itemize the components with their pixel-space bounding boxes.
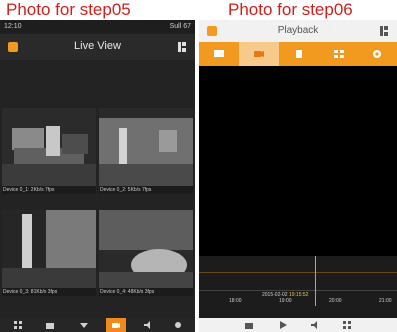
tab-files[interactable] [279,42,319,66]
playback-title: Playback [277,25,319,36]
more-icon[interactable] [168,318,188,332]
tab-video[interactable] [239,42,279,66]
playback-header: Playback [199,20,397,42]
live-view-title: Live View [74,40,121,52]
play-icon[interactable] [273,318,293,332]
camera-grid: Device 0_1: 2Kb/s 7fps Device 0_2: 5Kb/s… [2,108,193,308]
tab-settings[interactable] [357,42,397,66]
record-icon[interactable] [106,318,126,332]
camera-tile-1[interactable]: Device 0_1: 2Kb/s 7fps [2,108,96,194]
timeline-tick: 21:00 [379,298,392,304]
timeline-axis [199,290,397,291]
status-bar: 12:10 Sull 67 [0,20,195,34]
layout-icon[interactable] [337,318,357,332]
live-view-screen: 12:10 Sull 67 Live View Device 0_1: 2Kb/… [0,20,195,332]
camera-label-4: Device 0_4: 48Kb/s 3fps [99,288,193,296]
snapshot-icon[interactable] [239,318,259,332]
audio-icon[interactable] [305,318,325,332]
timeline-marker-line [199,272,397,273]
tab-local[interactable] [199,42,239,66]
timeline-tick: 19:00 [279,298,292,304]
status-right: Sull 67 [169,23,191,30]
camera-tile-2[interactable]: Device 0_2: 5Kb/s 7fps [99,108,193,194]
caption-step05: Photo for step05 [6,0,131,19]
live-view-header: Live View [0,34,195,60]
timeline-cursor[interactable] [315,256,316,306]
playback-toolbar [199,318,397,332]
caption-step06: Photo for step06 [228,0,353,19]
timeline-tick: 20:00 [329,298,342,304]
camera-tile-4[interactable]: Device 0_4: 48Kb/s 3fps [99,210,193,296]
audio-icon[interactable] [138,318,158,332]
device-list-icon[interactable] [375,22,393,40]
camera-tile-3[interactable]: Device 0_3: 81Kb/s 3fps [2,210,96,296]
live-view-toolbar [0,318,195,332]
device-list-icon[interactable] [173,38,191,56]
layout-icon[interactable] [8,318,28,332]
timeline-tick: 18:00 [229,298,242,304]
ptz-icon[interactable] [74,318,94,332]
playback-screen: Playback 2015-02-02 19:15:52 18:00 19:00… [199,20,397,332]
camera-label-1: Device 0_1: 2Kb/s 7fps [2,186,96,194]
tab-grid[interactable] [319,42,359,66]
camera-label-3: Device 0_3: 81Kb/s 3fps [2,288,96,296]
playback-video-area[interactable] [199,66,397,256]
snapshot-icon[interactable] [40,318,60,332]
timeline[interactable]: 2015-02-02 19:15:52 18:00 19:00 20:00 21… [199,256,397,312]
camera-label-2: Device 0_2: 5Kb/s 7fps [99,186,193,194]
playback-tabs [199,42,397,66]
status-time: 12:10 [4,23,22,30]
